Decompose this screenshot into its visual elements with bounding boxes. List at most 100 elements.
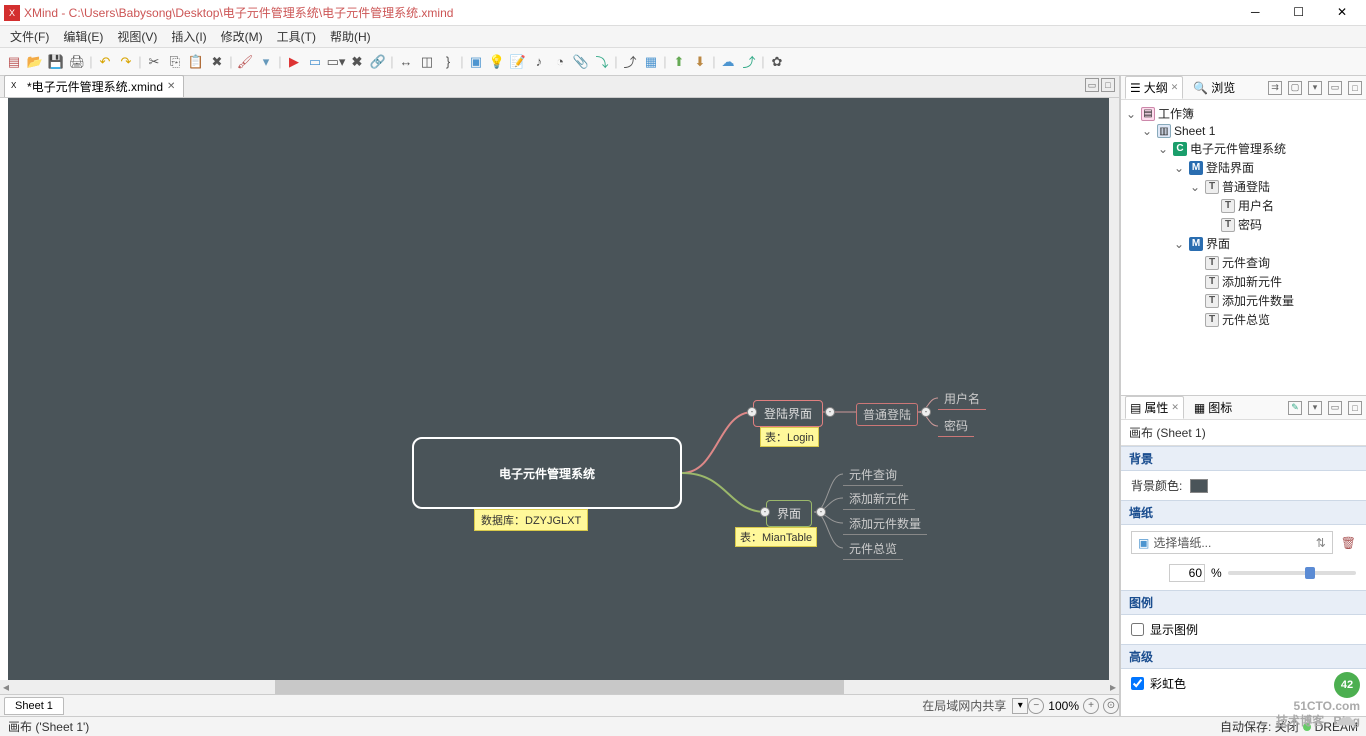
collapse-toggle[interactable]: - <box>747 407 757 417</box>
minimize-button[interactable]: ─ <box>1235 1 1275 25</box>
mindmap-canvas[interactable]: 电子元件管理系统 数据库：DZYJGLXT 登陆界面 - - 表：Login 普… <box>8 98 1109 680</box>
menu-modify[interactable]: 修改(M) <box>215 26 269 47</box>
delete-icon[interactable]: ✖ <box>207 52 227 72</box>
node-ui-leaf1[interactable]: 元件查询 <box>843 464 903 486</box>
note-icon[interactable]: 📝 <box>508 52 528 72</box>
section-background[interactable]: 背景 <box>1121 446 1366 471</box>
redo-icon[interactable]: ↷ <box>116 52 136 72</box>
collapse-toggle[interactable]: - <box>921 407 931 417</box>
wallpaper-picker[interactable]: ▣ 选择墙纸... ⇅ <box>1131 531 1333 554</box>
paste-icon[interactable]: 📋 <box>186 52 206 72</box>
drilldown2-icon[interactable]: ⬇ <box>690 52 710 72</box>
summary-icon[interactable]: } <box>438 52 458 72</box>
sheet-tab[interactable]: Sheet 1 <box>4 697 64 715</box>
link-icon[interactable]: ⇉ <box>1268 81 1282 95</box>
expand-icon[interactable]: ▢ <box>1288 81 1302 95</box>
settings-icon[interactable]: ✿ <box>767 52 787 72</box>
editor-minimize-icon[interactable]: ▭ <box>1085 78 1099 92</box>
horizontal-scrollbar[interactable]: ◂ ▸ <box>0 680 1119 694</box>
flag-icon[interactable]: ▶ <box>284 52 304 72</box>
opacity-input[interactable] <box>1169 564 1205 582</box>
node-ui-note[interactable]: 表：MianTable <box>735 527 817 547</box>
attach-icon[interactable]: 📎 <box>571 52 591 72</box>
menu-file[interactable]: 文件(F) <box>4 26 55 47</box>
copy-icon[interactable]: ⎘ <box>165 52 185 72</box>
zoom-fit-button[interactable]: ⊙ <box>1103 698 1119 714</box>
section-advanced[interactable]: 高级 <box>1121 644 1366 669</box>
node-ui[interactable]: 界面 <box>766 500 812 527</box>
node-login-sub[interactable]: 普通登陆 <box>856 403 918 426</box>
status-theme[interactable]: DREAM <box>1315 720 1358 734</box>
drillup-icon[interactable]: ⬆ <box>669 52 689 72</box>
save-icon[interactable]: 💾 <box>46 52 66 72</box>
opacity-slider[interactable] <box>1228 571 1356 575</box>
bold-icon[interactable]: ✖ <box>347 52 367 72</box>
filter-icon[interactable]: ▾ <box>1012 698 1028 714</box>
vertical-scrollbar[interactable] <box>1109 98 1119 680</box>
panel-min-icon[interactable]: ▭ <box>1328 401 1342 415</box>
section-legend[interactable]: 图例 <box>1121 590 1366 615</box>
marker-icon[interactable]: ◔ <box>550 52 570 72</box>
node-password[interactable]: 密码 <box>938 415 974 437</box>
print-icon[interactable]: 🖨 <box>67 52 87 72</box>
new-icon[interactable]: ▤ <box>4 52 24 72</box>
menu-view[interactable]: 视图(V) <box>111 26 163 47</box>
image-icon[interactable]: ▣ <box>466 52 486 72</box>
relationship-icon[interactable]: ↔ <box>396 52 416 72</box>
zoom-in-button[interactable]: + <box>1083 698 1099 714</box>
section-wallpaper[interactable]: 墙纸 <box>1121 500 1366 525</box>
outline-tree[interactable]: ⌄▤工作簿 ⌄▥Sheet 1 ⌄C电子元件管理系统 ⌄M登陆界面 ⌄T普通登陆… <box>1121 100 1366 395</box>
node-login[interactable]: 登陆界面 <box>753 400 823 427</box>
collapse-toggle[interactable]: - <box>825 407 835 417</box>
close-button[interactable]: ✕ <box>1322 1 1362 25</box>
root-note[interactable]: 数据库：DZYJGLXT <box>474 509 588 531</box>
root-node[interactable]: 电子元件管理系统 <box>412 437 682 509</box>
menu-edit[interactable]: 编辑(E) <box>57 26 109 47</box>
drilldown-icon[interactable]: ⤵ <box>592 52 612 72</box>
node-ui-leaf3[interactable]: 添加元件数量 <box>843 513 927 535</box>
menu-help[interactable]: 帮助(H) <box>324 26 377 47</box>
brush-icon[interactable]: 🖌 <box>235 52 255 72</box>
browse-tab[interactable]: 🔍 浏览 <box>1189 77 1239 98</box>
maximize-button[interactable]: ☐ <box>1279 1 1319 25</box>
idea-icon[interactable]: 💡 <box>487 52 507 72</box>
trash-icon[interactable]: 🗑 <box>1341 536 1356 550</box>
panel-menu-icon[interactable]: ▾ <box>1308 81 1322 95</box>
link-icon[interactable]: 🔗 <box>368 52 388 72</box>
node-login-note[interactable]: 表：Login <box>760 427 819 447</box>
editor-maximize-icon[interactable]: □ <box>1101 78 1115 92</box>
editor-tab[interactable]: X *电子元件管理系统.xmind ✕ <box>4 75 184 97</box>
open-icon[interactable]: 📂 <box>25 52 45 72</box>
properties-tab[interactable]: ▤ 属性 ✕ <box>1125 396 1184 419</box>
reset-icon[interactable]: ✎ <box>1288 401 1302 415</box>
undo-icon[interactable]: ↶ <box>95 52 115 72</box>
audio-icon[interactable]: ♪ <box>529 52 549 72</box>
subtopic-icon[interactable]: ▭▾ <box>326 52 346 72</box>
autosave-status[interactable]: 自动保存: 关闭 <box>1220 718 1299 735</box>
node-ui-leaf2[interactable]: 添加新元件 <box>843 488 915 510</box>
share-button[interactable]: 在局域网内共享 <box>916 697 1012 714</box>
menu-tools[interactable]: 工具(T) <box>271 26 322 47</box>
topic-icon[interactable]: ▭ <box>305 52 325 72</box>
outline-tab[interactable]: ☰ 大纲 ✕ <box>1125 76 1183 99</box>
rainbow-checkbox[interactable] <box>1131 677 1144 690</box>
map-icon[interactable]: ▦ <box>641 52 661 72</box>
collapse-toggle[interactable]: - <box>760 507 770 517</box>
markers-tab[interactable]: ▦ 图标 <box>1190 397 1236 418</box>
panel-max-icon[interactable]: □ <box>1348 81 1362 95</box>
node-username[interactable]: 用户名 <box>938 388 986 410</box>
show-legend-checkbox[interactable] <box>1131 623 1144 636</box>
zoom-out-button[interactable]: − <box>1028 698 1044 714</box>
panel-max-icon[interactable]: □ <box>1348 401 1362 415</box>
upload-icon[interactable]: ⤴ <box>739 52 759 72</box>
bg-color-swatch[interactable] <box>1190 479 1208 493</box>
stepper-icon[interactable]: ⇅ <box>1316 536 1326 550</box>
style-icon[interactable]: ▾ <box>256 52 276 72</box>
menu-insert[interactable]: 插入(I) <box>165 26 212 47</box>
collapse-toggle[interactable]: - <box>816 507 826 517</box>
node-ui-leaf4[interactable]: 元件总览 <box>843 538 903 560</box>
panel-min-icon[interactable]: ▭ <box>1328 81 1342 95</box>
panel-menu-icon[interactable]: ▾ <box>1308 401 1322 415</box>
cut-icon[interactable]: ✂ <box>144 52 164 72</box>
share-icon[interactable]: ☁ <box>718 52 738 72</box>
